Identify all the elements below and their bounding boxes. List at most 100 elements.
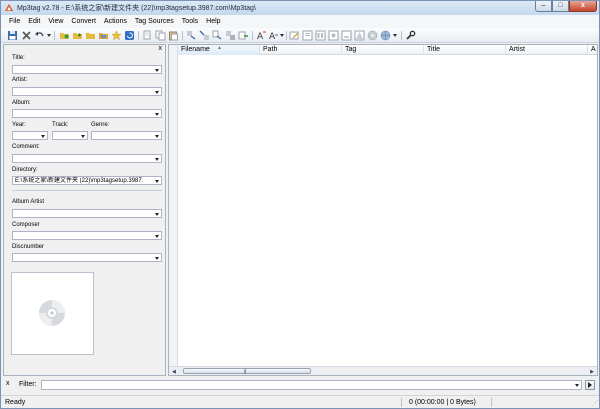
mp3tag-app-icon[interactable] [4, 3, 14, 13]
directory-field[interactable]: E:\系统之家\新建文件夹 (22)\mp3tagsetup.3987. [12, 176, 162, 185]
album-artist-label: Album Artist [12, 199, 45, 205]
chevron-down-icon[interactable] [155, 135, 159, 138]
close-button[interactable]: x [569, 1, 597, 12]
save-icon[interactable] [7, 30, 18, 41]
chevron-down-icon[interactable] [41, 135, 45, 138]
remove-tag-icon[interactable] [21, 30, 32, 41]
directory-value: E:\系统之家\新建文件夹 (22)\mp3tagsetup.3987. [15, 178, 144, 184]
scrollbar-thumb[interactable]: |||| [183, 368, 311, 375]
refresh-icon[interactable] [124, 30, 135, 41]
filter-close-icon[interactable]: x [6, 380, 10, 387]
chevron-down-icon[interactable] [81, 135, 85, 138]
artist-field[interactable] [12, 87, 162, 96]
discogs-icon[interactable] [328, 30, 339, 41]
comment-field[interactable] [12, 154, 162, 163]
track-field[interactable] [52, 131, 88, 140]
composer-field[interactable] [12, 231, 162, 240]
filename-tag-icon[interactable] [199, 30, 210, 41]
chevron-down-icon[interactable] [155, 158, 159, 161]
menu-convert[interactable]: Convert [67, 16, 100, 28]
web-source-icon[interactable] [302, 30, 313, 41]
grip-icon: |||| [244, 369, 246, 375]
chevron-down-icon[interactable] [155, 213, 159, 216]
menu-tools[interactable]: Tools [178, 16, 202, 28]
tag-tag-icon[interactable] [225, 30, 236, 41]
artist-label: Artist: [12, 77, 28, 83]
chevron-down-icon[interactable] [155, 113, 159, 116]
row-header-column [169, 45, 178, 367]
actions-dropdown-icon[interactable] [280, 34, 284, 37]
column-tag[interactable]: Tag [342, 45, 424, 55]
title-field[interactable] [12, 65, 162, 74]
menu-actions[interactable]: Actions [100, 16, 131, 28]
freedb-icon[interactable] [315, 30, 326, 41]
album-artist-field[interactable] [12, 209, 162, 218]
copy-icon[interactable] [155, 30, 166, 41]
paste-icon[interactable] [168, 30, 179, 41]
filter-bar: x Filter: [3, 378, 598, 392]
chevron-down-icon[interactable] [155, 180, 159, 183]
apply-filter-button[interactable] [585, 380, 595, 390]
column-artist[interactable]: Artist [506, 45, 588, 55]
actions-quick-icon[interactable]: A [268, 30, 279, 41]
title-bar[interactable]: Mp3tag v2.78 - E:\系统之家\新建文件夹 (22)\mp3tag… [1, 1, 599, 15]
panel-close-icon[interactable]: x [159, 45, 163, 52]
comment-label: Comment: [12, 144, 40, 150]
menu-help[interactable]: Help [202, 16, 224, 28]
column-filename[interactable]: Filename ▲ [178, 45, 260, 55]
toolbar-separator [286, 31, 287, 40]
filter-label: Filter: [19, 381, 37, 388]
file-list[interactable]: Filename ▲ Path Tag Title Artist A ◀ |||… [168, 44, 598, 376]
open-folder-icon[interactable] [85, 30, 96, 41]
toolbar-separator [182, 31, 183, 40]
chevron-down-icon[interactable] [155, 235, 159, 238]
cd-icon[interactable] [367, 30, 378, 41]
change-directory-icon[interactable] [59, 30, 70, 41]
horizontal-scrollbar[interactable]: ◀ |||| ▶ [169, 366, 597, 375]
menu-edit[interactable]: Edit [24, 16, 44, 28]
column-filename-label: Filename [181, 46, 210, 53]
amazon-icon[interactable] [341, 30, 352, 41]
column-album[interactable]: A [588, 45, 597, 55]
text-file-tag-icon[interactable] [212, 30, 223, 41]
undo-icon[interactable] [34, 30, 45, 41]
chevron-down-icon[interactable] [155, 69, 159, 72]
edit-icon[interactable] [289, 30, 300, 41]
musicbrainz-icon[interactable] [354, 30, 365, 41]
tag-sources-dropdown-icon[interactable] [393, 34, 397, 37]
actions-icon[interactable]: A [256, 30, 267, 41]
chevron-down-icon[interactable] [155, 257, 159, 260]
cover-art[interactable] [11, 272, 94, 355]
discnumber-field[interactable] [12, 253, 162, 262]
scroll-right-icon[interactable]: ▶ [590, 369, 594, 375]
favorites-folder-icon[interactable] [98, 30, 109, 41]
maximize-button[interactable]: □ [552, 1, 569, 12]
add-directory-icon[interactable] [72, 30, 83, 41]
globe-icon[interactable] [380, 30, 391, 41]
column-path[interactable]: Path [260, 45, 342, 55]
tag-filename-icon[interactable] [186, 30, 197, 41]
minimize-button[interactable]: – [535, 1, 552, 12]
status-divider [401, 398, 402, 407]
menu-view[interactable]: View [44, 16, 67, 28]
undo-dropdown-icon[interactable] [47, 34, 51, 37]
menu-file[interactable]: File [5, 16, 24, 28]
title-label: Title: [12, 55, 25, 61]
year-field[interactable] [12, 131, 48, 140]
menu-tag-sources[interactable]: Tag Sources [131, 16, 178, 28]
chevron-down-icon[interactable] [575, 384, 579, 387]
filter-input[interactable] [41, 380, 582, 390]
star-icon[interactable] [111, 30, 122, 41]
track-label: Track: [52, 122, 69, 128]
genre-field[interactable] [91, 131, 162, 140]
resize-grip-icon[interactable]: ⋰ [592, 400, 598, 407]
scroll-left-icon[interactable]: ◀ [172, 369, 176, 375]
app-window: Mp3tag v2.78 - E:\系统之家\新建文件夹 (22)\mp3tag… [0, 0, 600, 409]
cut-icon[interactable] [142, 30, 153, 41]
album-field[interactable] [12, 109, 162, 118]
options-wrench-icon[interactable] [405, 30, 416, 41]
export-icon[interactable] [238, 30, 249, 41]
status-bar: Ready 0 (00:00:00 | 0 Bytes) ⋰ [1, 395, 599, 408]
chevron-down-icon[interactable] [155, 91, 159, 94]
column-title[interactable]: Title [424, 45, 506, 55]
